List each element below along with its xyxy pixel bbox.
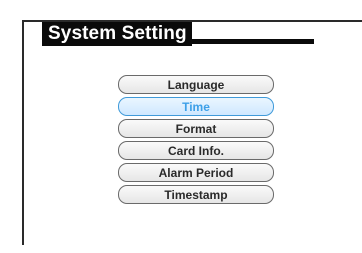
menu-item-card-info[interactable]: Card Info. [118, 141, 274, 160]
menu-item-language[interactable]: Language [118, 75, 274, 94]
title-underline [191, 39, 314, 44]
page-title: System Setting [42, 22, 192, 46]
settings-menu: Language Time Format Card Info. Alarm Pe… [118, 75, 274, 207]
menu-item-alarm-period[interactable]: Alarm Period [118, 163, 274, 182]
menu-item-format[interactable]: Format [118, 119, 274, 138]
title-bar: System Setting [42, 22, 314, 46]
menu-item-time[interactable]: Time [118, 97, 274, 116]
screen-frame-left-border [22, 20, 24, 245]
menu-item-timestamp[interactable]: Timestamp [118, 185, 274, 204]
